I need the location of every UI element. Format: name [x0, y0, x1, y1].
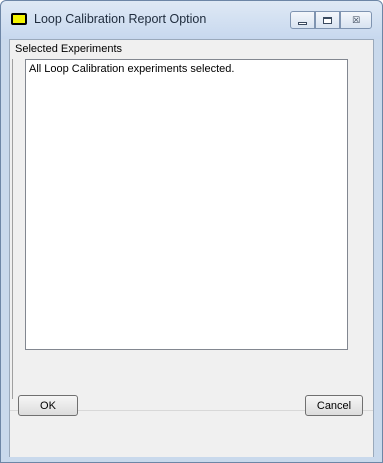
maximize-icon	[323, 16, 332, 24]
selected-experiments-label: Selected Experiments	[15, 43, 122, 55]
dialog-window: Loop Calibration Report Option ☒ Selecte…	[0, 0, 383, 463]
title-bar[interactable]: Loop Calibration Report Option ☒	[1, 1, 382, 39]
close-button[interactable]: ☒	[340, 11, 372, 29]
list-item[interactable]: All Loop Calibration experiments selecte…	[29, 63, 234, 75]
minimize-icon	[298, 21, 307, 25]
maximize-button[interactable]	[315, 11, 340, 29]
minimize-button[interactable]	[290, 11, 315, 29]
button-bar	[10, 411, 373, 457]
selected-experiments-list[interactable]: All Loop Calibration experiments selecte…	[25, 59, 348, 350]
close-icon: ☒	[351, 14, 361, 25]
cancel-button[interactable]: Cancel	[305, 395, 363, 416]
window-title: Loop Calibration Report Option	[34, 12, 207, 26]
group-left-border	[12, 59, 13, 399]
ok-button[interactable]: OK	[18, 395, 78, 416]
app-window-icon	[11, 13, 27, 25]
